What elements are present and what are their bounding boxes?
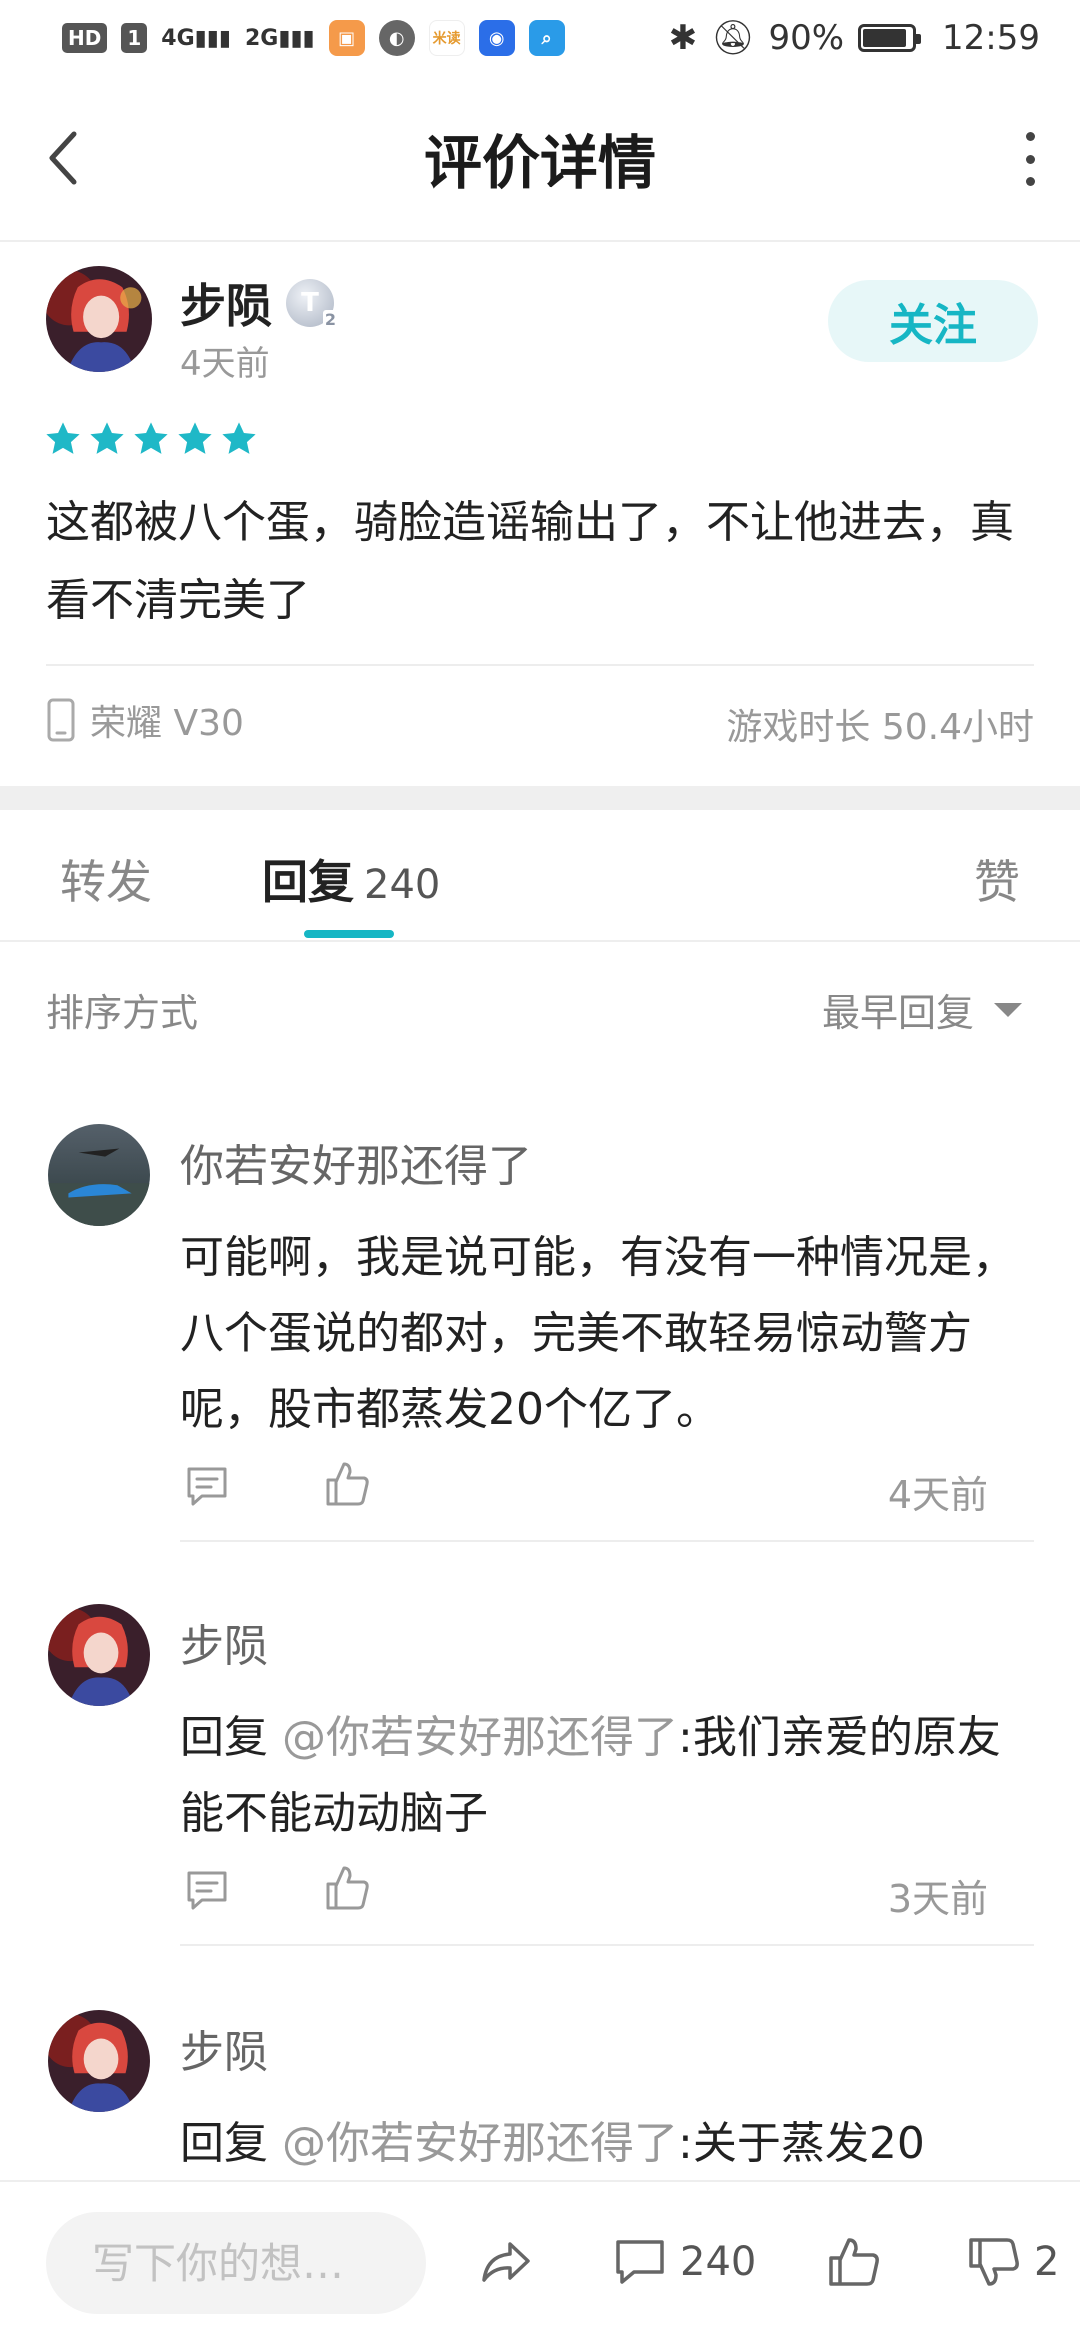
reply-item: 步陨 回复 @你若安好那还得了:我们亲爱的原友能不能动动脑子 3天前 <box>0 1604 1080 1948</box>
reader-app-icon: 米读 <box>428 20 465 56</box>
star-icon <box>90 422 124 454</box>
sort-value: 最早回复 <box>821 991 974 1035</box>
reply-divider <box>180 1944 1034 1946</box>
sort-dropdown[interactable]: 最早回复 <box>822 982 1022 1037</box>
reply-actions: 4天前 <box>180 1458 1040 1518</box>
back-arrow-icon[interactable] <box>44 128 84 188</box>
status-bar-left: HD 1 4G▮▮▮ 2G▮▮▮ ▣ ◐ 米读 ◉ ⌕ <box>62 20 565 56</box>
aperture-icon: ◐ <box>378 20 415 56</box>
bluetooth-icon: ✱ <box>668 18 698 58</box>
reply-prefix: 回复 <box>180 2118 282 2169</box>
thumbs-down-icon <box>969 2238 1019 2286</box>
review-time: 4天前 <box>180 344 270 384</box>
star-icon <box>178 422 212 454</box>
reply-author-avatar[interactable] <box>48 1124 150 1226</box>
share-icon <box>482 2242 530 2282</box>
tab-reply-count: 240 <box>364 862 441 908</box>
hd-indicator: HD <box>62 23 108 53</box>
star-icon <box>46 422 80 454</box>
comment-button[interactable]: 240 <box>612 2234 756 2290</box>
reply-author-name[interactable]: 步陨 <box>180 2016 268 2080</box>
reply-item: 你若安好那还得了 可能啊，我是说可能，有没有一种情况是，八个蛋说的都对，完美不敢… <box>0 1124 1080 1544</box>
review-content: 这都被八个蛋，骑脸造谣输出了，不让他进去，真看不清完美了 <box>46 497 1014 626</box>
reply-time: 4天前 <box>887 1473 988 1517</box>
nav-bar: 评价详情 <box>0 76 1080 242</box>
tab-forward[interactable]: 转发 <box>60 846 152 912</box>
reply-text: 回复 @你若安好那还得了:关于蒸发20 <box>180 2106 1040 2180</box>
rating-stars <box>44 420 258 458</box>
phone-icon <box>47 698 75 742</box>
page-title: 评价详情 <box>423 129 656 197</box>
reply-author-avatar[interactable] <box>48 2010 150 2112</box>
sim-indicator: 1 <box>121 23 148 53</box>
thumbs-up-icon[interactable] <box>324 1460 370 1508</box>
bulb-icon: ◉ <box>478 20 515 56</box>
reply-prefix: 回复 <box>180 1712 282 1763</box>
reply-author-avatar[interactable] <box>48 1604 150 1706</box>
level-badge: T2 <box>286 279 338 329</box>
tab-reply[interactable]: 回复 240 <box>262 846 440 912</box>
reply-mention-link[interactable]: @你若安好那还得了 <box>282 1712 678 1763</box>
reply-author-name[interactable]: 你若安好那还得了 <box>180 1130 532 1194</box>
comment-count: 240 <box>680 2239 757 2285</box>
review-author-avatar[interactable] <box>46 266 152 372</box>
star-icon <box>134 422 168 454</box>
comment-input[interactable] <box>46 2212 426 2314</box>
review-author-row: 步陨 T2 <box>180 270 338 336</box>
signal-4g-icon: 4G▮▮▮ <box>161 25 231 51</box>
device-info: 荣耀 V30 <box>46 694 244 746</box>
status-bar-right: ✱ 🔕︎ 90% 12:59 <box>669 18 1040 58</box>
level-badge-number: 2 <box>322 310 338 329</box>
clock: 12:59 <box>942 18 1040 58</box>
level-badge-letter: T <box>301 288 319 318</box>
reply-body: :关于蒸发20 <box>678 2118 925 2169</box>
reply-comment-icon[interactable] <box>184 1464 230 1510</box>
reply-author-name[interactable]: 步陨 <box>180 1610 268 1674</box>
review-divider <box>46 664 1034 666</box>
status-bar: HD 1 4G▮▮▮ 2G▮▮▮ ▣ ◐ 米读 ◉ ⌕ ✱ 🔕︎ 90% 12:… <box>0 0 1080 76</box>
battery-percent: 90% <box>768 18 845 58</box>
battery-fill <box>863 29 907 47</box>
like-button[interactable] <box>826 2234 882 2290</box>
device-name: 荣耀 V30 <box>90 703 244 744</box>
tab-like[interactable]: 赞 <box>974 846 1020 912</box>
sort-label: 排序方式 <box>46 991 199 1035</box>
app-notification-icon: ▣ <box>328 20 365 56</box>
mute-bell-icon: 🔕︎ <box>711 18 755 58</box>
reply-text: 回复 @你若安好那还得了:我们亲爱的原友能不能动动脑子 <box>180 1700 1040 1852</box>
search-app-icon: ⌕ <box>528 20 565 56</box>
review-card: 步陨 T2 4天前 关注 这都被八个蛋，骑脸造谣输出了，不让他进去，真看不清完美… <box>0 244 1080 786</box>
reply-time: 3天前 <box>887 1877 988 1921</box>
star-icon <box>222 422 256 454</box>
bottom-action-bar: 240 2 <box>0 2180 1080 2340</box>
reply-mention-link[interactable]: @你若安好那还得了 <box>282 2118 678 2169</box>
reply-tabs: 转发 回复 240 赞 <box>0 810 1080 942</box>
reply-text: 可能啊，我是说可能，有没有一种情况是，八个蛋说的都对，完美不敢轻易惊动警方呢，股… <box>180 1232 1016 1435</box>
tab-reply-label: 回复 <box>262 855 354 909</box>
reply-item: 步陨 回复 @你若安好那还得了:关于蒸发20 <box>0 2010 1080 2180</box>
thumbs-up-icon <box>829 2238 879 2286</box>
reply-divider <box>180 1540 1034 1542</box>
dislike-count: 2 <box>1034 2239 1060 2285</box>
battery-icon <box>858 24 922 52</box>
signal-2g-icon: 2G▮▮▮ <box>244 25 315 51</box>
signal-4g-label: 4G <box>161 25 195 51</box>
share-button[interactable] <box>478 2234 534 2290</box>
reply-comment-icon[interactable] <box>184 1868 230 1914</box>
dropdown-caret-icon <box>994 1002 1022 1017</box>
follow-button[interactable]: 关注 <box>828 280 1038 362</box>
review-author-name[interactable]: 步陨 <box>180 270 272 336</box>
more-options-icon[interactable] <box>1020 132 1040 186</box>
play-time: 游戏时长 50.4小时 <box>726 707 1034 748</box>
section-divider <box>0 786 1080 810</box>
dislike-button[interactable]: 2 <box>966 2234 1059 2290</box>
sort-row: 排序方式 最早回复 <box>0 942 1080 1066</box>
signal-2g-label: 2G <box>244 25 279 51</box>
reply-actions: 3天前 <box>180 1862 1040 1922</box>
comment-icon <box>616 2240 664 2284</box>
active-tab-indicator <box>304 930 394 938</box>
thumbs-up-icon[interactable] <box>324 1864 370 1912</box>
